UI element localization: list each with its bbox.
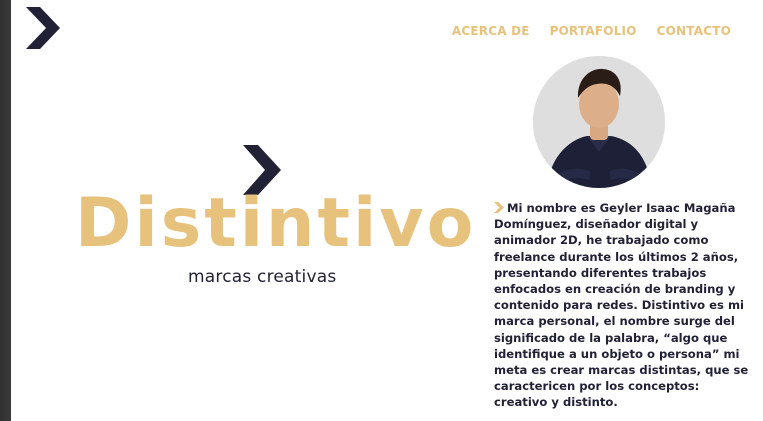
- about-paragraph: Mi nombre es Geyler Isaac Magaña Domíngu…: [494, 200, 752, 411]
- brand-tagline: marcas creativas: [188, 267, 337, 287]
- about-text: Mi nombre es Geyler Isaac Magaña Domíngu…: [494, 201, 749, 410]
- brand-wordmark: Distintivo: [75, 184, 477, 263]
- profile-photo: [533, 56, 665, 188]
- person-portrait-image: [533, 56, 665, 188]
- portfolio-page: ACERCA DE PORTAFOLIO CONTACTO Distintivo…: [11, 0, 763, 421]
- chevron-logo-icon: [26, 7, 60, 49]
- nav-link-acerca-de[interactable]: ACERCA DE: [452, 24, 530, 38]
- main-navigation: ACERCA DE PORTAFOLIO CONTACTO: [452, 24, 731, 38]
- nav-link-portafolio[interactable]: PORTAFOLIO: [550, 24, 637, 38]
- small-chevron-icon: [494, 202, 504, 213]
- window-left-edge: [0, 0, 11, 421]
- nav-link-contacto[interactable]: CONTACTO: [657, 24, 731, 38]
